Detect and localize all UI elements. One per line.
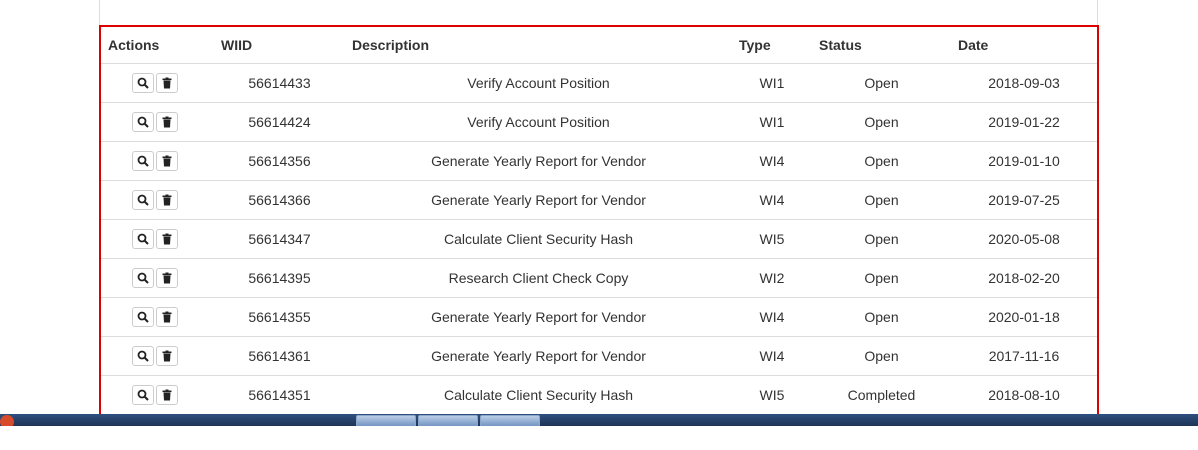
table-row: 56614424 Verify Account Position WI1 Open 20… — [101, 102, 1097, 142]
table-row: 56614433 Verify Account Position WI1 Open 20… — [101, 63, 1097, 103]
delete-button[interactable] — [156, 307, 178, 327]
table-row: 56614355 Generate Yearly Report for Vendo… — [101, 297, 1097, 337]
table-body: 56614433 Verify Account Position WI1 Open 20… — [101, 63, 1097, 415]
cell-date: 2020-01-18 — [951, 297, 1097, 337]
content-border-right — [1097, 0, 1098, 26]
cell-date: 2018-08-10 — [951, 375, 1097, 415]
taskbar-app-button[interactable] — [356, 415, 416, 426]
header-date[interactable]: Date — [951, 27, 1097, 64]
cell-status: Open — [812, 258, 951, 298]
view-button[interactable] — [132, 112, 154, 132]
cell-status: Open — [812, 141, 951, 181]
content-border-left — [99, 0, 100, 26]
table-header-row: Actions WIID Description Type Status Dat… — [101, 27, 1097, 64]
start-button[interactable] — [0, 415, 14, 426]
cell-date: 2019-07-25 — [951, 180, 1097, 220]
cell-date: 2019-01-22 — [951, 102, 1097, 142]
row-actions — [101, 258, 214, 298]
row-actions — [101, 102, 214, 142]
view-button[interactable] — [132, 307, 154, 327]
cell-description: Generate Yearly Report for Vendor — [345, 336, 732, 376]
taskbar-app-button[interactable] — [418, 415, 478, 426]
cell-type: WI2 — [732, 258, 812, 298]
view-button[interactable] — [132, 229, 154, 249]
delete-button[interactable] — [156, 151, 178, 171]
cell-description: Generate Yearly Report for Vendor — [345, 180, 732, 220]
cell-date: 2018-09-03 — [951, 63, 1097, 103]
cell-status: Completed — [812, 375, 951, 415]
delete-button[interactable] — [156, 346, 178, 366]
cell-status: Open — [812, 336, 951, 376]
taskbar-app-button[interactable] — [480, 415, 540, 426]
table-row: 56614356 Generate Yearly Report for Vendo… — [101, 141, 1097, 181]
table-row: 56614347 Calculate Client Security Hash WI… — [101, 219, 1097, 259]
cell-description: Research Client Check Copy — [345, 258, 732, 298]
delete-button[interactable] — [156, 190, 178, 210]
work-items-table-frame: Actions WIID Description Type Status Dat… — [99, 25, 1099, 425]
cell-description: Calculate Client Security Hash — [345, 219, 732, 259]
row-actions — [101, 219, 214, 259]
delete-button[interactable] — [156, 229, 178, 249]
cell-type: WI4 — [732, 141, 812, 181]
cell-description: Generate Yearly Report for Vendor — [345, 141, 732, 181]
cell-wiid: 56614355 — [214, 297, 345, 337]
view-button[interactable] — [132, 151, 154, 171]
cell-status: Open — [812, 180, 951, 220]
cell-type: WI1 — [732, 63, 812, 103]
delete-button[interactable] — [156, 112, 178, 132]
view-button[interactable] — [132, 346, 154, 366]
cell-wiid: 56614424 — [214, 102, 345, 142]
view-button[interactable] — [132, 268, 154, 288]
cell-wiid: 56614433 — [214, 63, 345, 103]
view-button[interactable] — [132, 385, 154, 405]
cell-type: WI5 — [732, 375, 812, 415]
table-row: 56614361 Generate Yearly Report for Vendo… — [101, 336, 1097, 376]
row-actions — [101, 336, 214, 376]
header-wiid[interactable]: WIID — [214, 27, 345, 64]
cell-type: WI1 — [732, 102, 812, 142]
delete-button[interactable] — [156, 385, 178, 405]
cell-wiid: 56614361 — [214, 336, 345, 376]
cell-status: Open — [812, 102, 951, 142]
cell-description: Verify Account Position — [345, 102, 732, 142]
row-actions — [101, 141, 214, 181]
header-type[interactable]: Type — [732, 27, 812, 64]
cell-date: 2019-01-10 — [951, 141, 1097, 181]
cell-description: Verify Account Position — [345, 63, 732, 103]
cell-wiid: 56614351 — [214, 375, 345, 415]
table-row: 56614351 Calculate Client Security Hash WI… — [101, 375, 1097, 415]
cell-wiid: 56614347 — [214, 219, 345, 259]
header-status[interactable]: Status — [812, 27, 951, 64]
cell-description: Calculate Client Security Hash — [345, 375, 732, 415]
os-taskbar — [0, 414, 1198, 426]
row-actions — [101, 297, 214, 337]
cell-status: Open — [812, 219, 951, 259]
page: Actions WIID Description Type Status Dat… — [0, 0, 1198, 450]
cell-status: Open — [812, 297, 951, 337]
table-row: 56614366 Generate Yearly Report for Vendo… — [101, 180, 1097, 220]
delete-button[interactable] — [156, 73, 178, 93]
work-items-table: Actions WIID Description Type Status Dat… — [101, 27, 1097, 415]
row-actions — [101, 63, 214, 103]
cell-date: 2017-11-16 — [951, 336, 1097, 376]
table-row: 56614395 Research Client Check Copy WI2 Ope… — [101, 258, 1097, 298]
cell-wiid: 56614356 — [214, 141, 345, 181]
cell-wiid: 56614366 — [214, 180, 345, 220]
cell-date: 2020-05-08 — [951, 219, 1097, 259]
cell-status: Open — [812, 63, 951, 103]
cell-type: WI4 — [732, 336, 812, 376]
header-description[interactable]: Description — [345, 27, 732, 64]
cell-type: WI4 — [732, 297, 812, 337]
view-button[interactable] — [132, 190, 154, 210]
view-button[interactable] — [132, 73, 154, 93]
cell-date: 2018-02-20 — [951, 258, 1097, 298]
cell-description: Generate Yearly Report for Vendor — [345, 297, 732, 337]
row-actions — [101, 375, 214, 415]
cell-type: WI5 — [732, 219, 812, 259]
header-actions[interactable]: Actions — [101, 27, 214, 64]
cell-type: WI4 — [732, 180, 812, 220]
delete-button[interactable] — [156, 268, 178, 288]
cell-wiid: 56614395 — [214, 258, 345, 298]
row-actions — [101, 180, 214, 220]
